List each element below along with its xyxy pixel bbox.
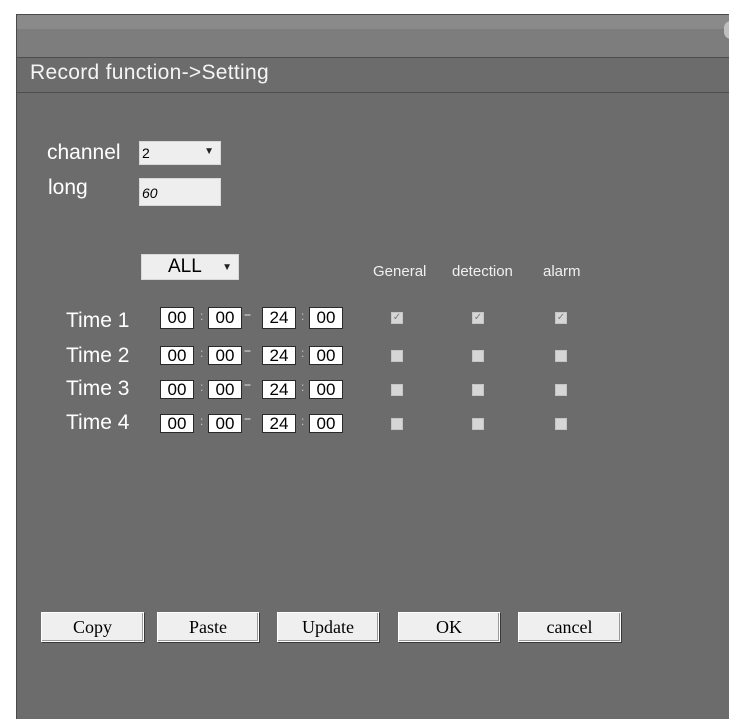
alarm-checkbox[interactable] <box>555 418 567 430</box>
end-hour-field[interactable]: 24 <box>262 307 296 329</box>
long-value: 60 <box>142 185 158 201</box>
start-minute-field[interactable]: 00 <box>208 380 242 399</box>
alarm-checkbox[interactable]: ✓ <box>555 312 567 324</box>
long-input[interactable]: 60 <box>139 178 221 206</box>
alarm-checkbox[interactable] <box>555 350 567 362</box>
window-header-band <box>17 29 729 57</box>
detection-checkbox[interactable] <box>472 350 484 362</box>
time-row-label: Time 1 <box>66 309 130 332</box>
page-title: Record function->Setting <box>30 61 269 84</box>
time-row-label: Time 4 <box>66 411 130 434</box>
window-top-strip <box>17 15 729 30</box>
channel-value: 2 <box>142 145 150 161</box>
start-hour-field[interactable]: 00 <box>160 414 194 433</box>
colon-separator: : <box>301 380 305 394</box>
general-checkbox[interactable] <box>391 384 403 396</box>
colon-separator: : <box>200 309 204 323</box>
alarm-checkbox[interactable] <box>555 384 567 396</box>
start-hour-field[interactable]: 00 <box>160 307 194 329</box>
colon-separator: : <box>200 380 204 394</box>
end-minute-field[interactable]: 00 <box>309 414 343 433</box>
start-hour-field[interactable]: 00 <box>160 346 194 365</box>
end-minute-field[interactable]: 00 <box>309 346 343 365</box>
copy-button[interactable]: Copy <box>41 612 144 642</box>
end-minute-field[interactable]: 00 <box>309 307 343 329</box>
column-header-detection: detection <box>452 263 513 280</box>
general-checkbox[interactable]: ✓ <box>391 312 403 324</box>
ok-button[interactable]: OK <box>398 612 500 642</box>
cancel-button[interactable]: cancel <box>518 612 621 642</box>
end-hour-field[interactable]: 24 <box>262 414 296 433</box>
start-minute-field[interactable]: 00 <box>208 307 242 329</box>
time-row-label: Time 2 <box>66 344 130 367</box>
paste-button[interactable]: Paste <box>157 612 259 642</box>
colon-separator: : <box>301 309 305 323</box>
range-dash: -- <box>244 377 251 391</box>
general-checkbox[interactable] <box>391 418 403 430</box>
window-close-icon[interactable] <box>724 21 729 39</box>
column-header-general: General <box>373 263 427 280</box>
channel-label: channel <box>47 141 121 164</box>
start-minute-field[interactable]: 00 <box>208 414 242 433</box>
range-dash: -- <box>244 343 251 357</box>
colon-separator: : <box>200 346 204 360</box>
column-header-alarm: alarm <box>543 263 581 280</box>
weekday-select[interactable]: ALL ▼ <box>141 254 239 280</box>
weekday-value: ALL <box>168 256 202 277</box>
detection-checkbox[interactable]: ✓ <box>472 312 484 324</box>
start-hour-field[interactable]: 00 <box>160 380 194 399</box>
colon-separator: : <box>200 414 204 428</box>
range-dash: -- <box>244 307 251 321</box>
channel-select[interactable]: 2 ▼ <box>139 141 221 165</box>
range-dash: -- <box>244 411 251 425</box>
start-minute-field[interactable]: 00 <box>208 346 242 365</box>
long-label: long <box>48 176 88 199</box>
end-minute-field[interactable]: 00 <box>309 380 343 399</box>
end-hour-field[interactable]: 24 <box>262 346 296 365</box>
end-hour-field[interactable]: 24 <box>262 380 296 399</box>
general-checkbox[interactable] <box>391 350 403 362</box>
detection-checkbox[interactable] <box>472 418 484 430</box>
chevron-down-icon: ▼ <box>222 262 232 273</box>
chevron-down-icon: ▼ <box>204 146 214 157</box>
colon-separator: : <box>301 414 305 428</box>
detection-checkbox[interactable] <box>472 384 484 396</box>
colon-separator: : <box>301 346 305 360</box>
time-row-label: Time 3 <box>66 377 130 400</box>
update-button[interactable]: Update <box>277 612 379 642</box>
